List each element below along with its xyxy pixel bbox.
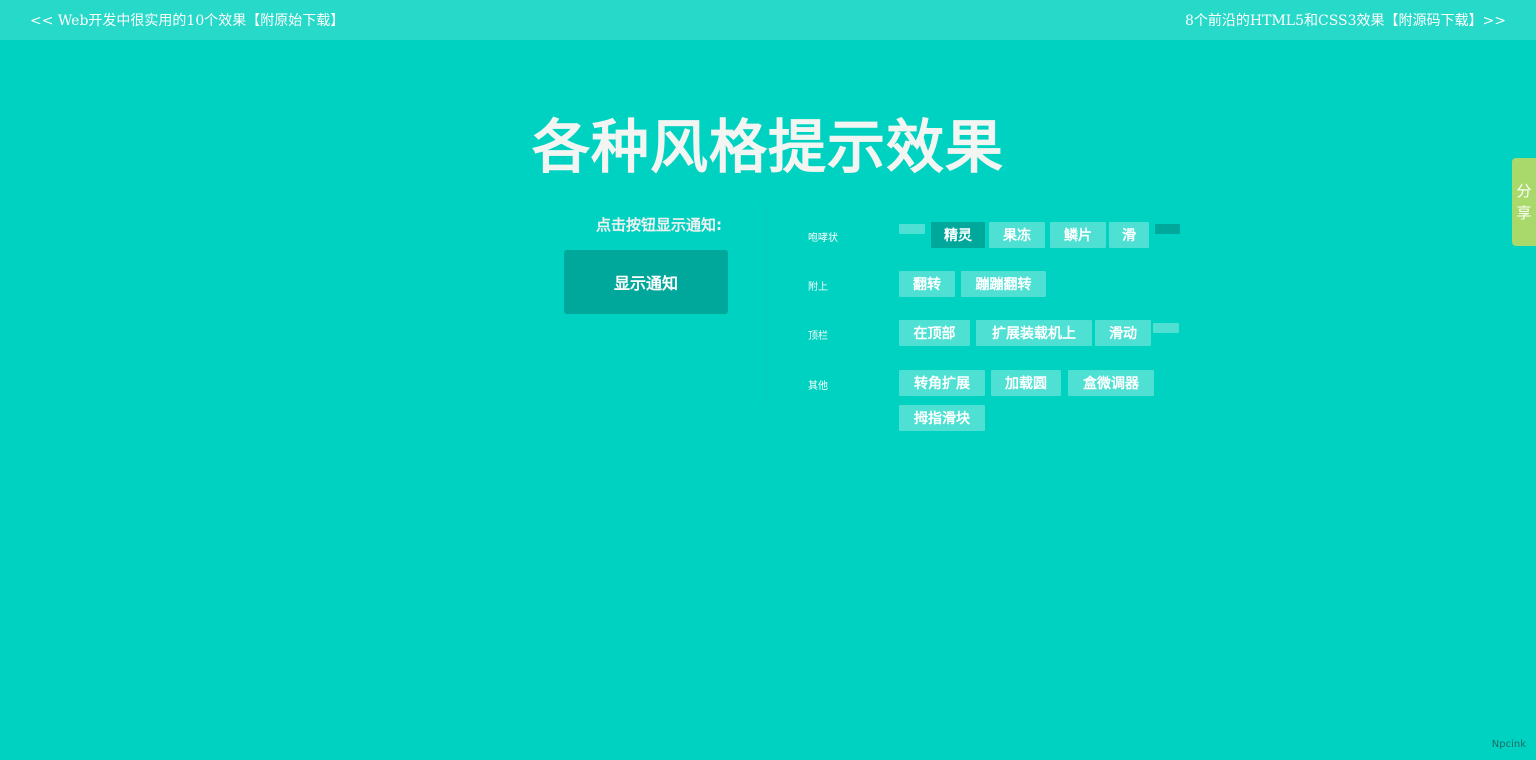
option-button[interactable]	[1155, 224, 1180, 234]
prompt-text: 点击按钮显示通知:	[596, 216, 722, 234]
left-panel: 点击按钮显示通知: 显示通知	[564, 214, 728, 314]
next-article-link[interactable]: 8个前沿的HTML5和CSS3效果【附源码下载】>>	[1185, 10, 1506, 30]
option-button[interactable]: 转角扩展	[899, 370, 985, 396]
row-label: 附上	[808, 282, 828, 293]
share-label-1: 分	[1516, 182, 1532, 200]
option-button[interactable]	[1153, 323, 1179, 333]
brand-watermark: Npcink	[1491, 739, 1526, 750]
row-label: 其他	[808, 381, 828, 392]
share-label-2: 享	[1516, 204, 1532, 222]
prev-article-link[interactable]: << Web开发中很实用的10个效果【附原始下载】	[30, 10, 344, 30]
option-button[interactable]: 盒微调器	[1068, 370, 1154, 396]
option-button[interactable]: 蹦蹦翻转	[961, 271, 1046, 297]
option-button[interactable]: 鳞片	[1050, 222, 1106, 248]
option-button[interactable]: 滑动	[1095, 320, 1151, 346]
option-button[interactable]: 扩展装载机上	[976, 320, 1092, 346]
option-button[interactable]: 翻转	[899, 271, 955, 297]
option-button[interactable]	[899, 224, 925, 234]
share-tab[interactable]: 分 享	[1512, 158, 1536, 246]
option-button[interactable]: 加载圆	[991, 370, 1061, 396]
option-button[interactable]: 在顶部	[899, 320, 970, 346]
option-button[interactable]: 精灵	[931, 222, 985, 248]
page-title: 各种风格提示效果	[531, 113, 1004, 181]
row-label: 顶栏	[808, 331, 828, 342]
option-button[interactable]: 果冻	[989, 222, 1045, 248]
show-notification-button[interactable]: 显示通知	[564, 250, 728, 314]
option-button[interactable]: 滑	[1109, 222, 1149, 248]
row-label: 咆哮状	[808, 233, 838, 244]
option-button[interactable]: 拇指滑块	[899, 405, 985, 431]
divider	[766, 204, 767, 404]
top-nav-bar: << Web开发中很实用的10个效果【附原始下载】 8个前沿的HTML5和CSS…	[0, 0, 1536, 40]
